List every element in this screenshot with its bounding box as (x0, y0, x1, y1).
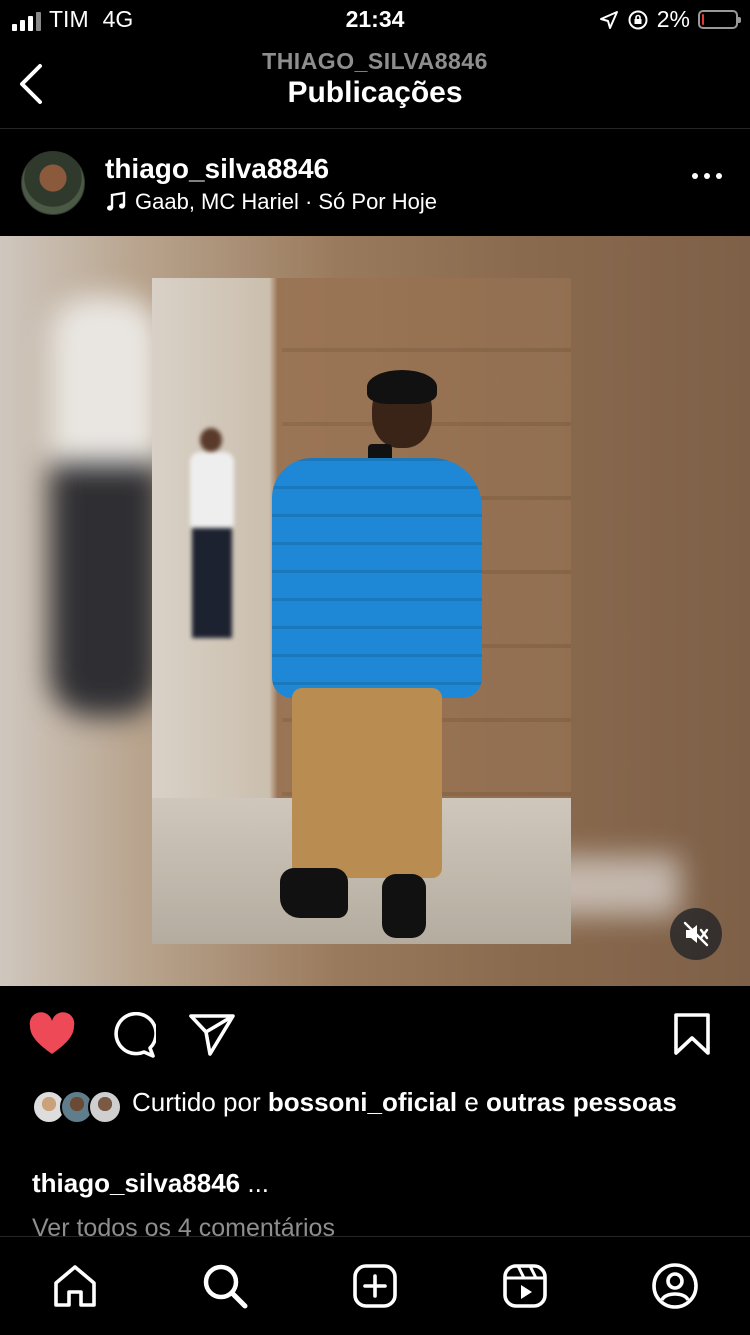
profile-icon[interactable] (650, 1261, 700, 1311)
post-username[interactable]: thiago_silva8846 (105, 153, 329, 185)
header-subtitle: THIAGO_SILVA8846 (262, 48, 488, 74)
post-image[interactable] (0, 236, 750, 986)
home-icon[interactable] (50, 1261, 100, 1311)
likes-prefix: Curtido por (132, 1087, 268, 1117)
caption-username[interactable]: thiago_silva8846 (32, 1168, 240, 1198)
caption-more: ... (240, 1168, 270, 1198)
search-icon[interactable] (200, 1261, 250, 1311)
main-person (232, 370, 492, 938)
bookmark-icon[interactable] (672, 1012, 712, 1056)
volume-off-icon (683, 921, 709, 947)
music-note-icon (107, 191, 126, 211)
more-horizontal-icon[interactable] (692, 173, 722, 179)
plus-square-icon[interactable] (350, 1261, 400, 1311)
page-title: Publicações (287, 76, 463, 109)
music-link[interactable]: Gaab, MC Hariel · Só Por Hoje (105, 189, 437, 215)
status-right: 2% (599, 6, 741, 33)
tab-bar (0, 1236, 750, 1335)
avatar (88, 1090, 122, 1124)
caption[interactable]: thiago_silva8846 ... (32, 1168, 269, 1199)
post-actions (0, 986, 750, 1082)
nav-header: THIAGO_SILVA8846 Publicações (0, 40, 750, 129)
post-header: thiago_silva8846 Gaab, MC Hariel · Só Po… (0, 129, 750, 235)
location-icon (599, 10, 618, 29)
status-bar: TIM 4G 21:34 2% (0, 0, 750, 40)
comment-icon[interactable] (108, 1012, 156, 1058)
likes-connector: e (457, 1087, 487, 1117)
likes-others[interactable]: outras pessoas (486, 1087, 677, 1117)
photo-frame (152, 278, 571, 944)
mute-button[interactable] (670, 908, 722, 960)
liker-username[interactable]: bossoni_oficial (268, 1087, 457, 1117)
avatar[interactable] (21, 151, 85, 215)
reels-icon[interactable] (500, 1261, 550, 1311)
likes-text: Curtido por bossoni_oficial e outras pes… (132, 1086, 692, 1119)
battery-icon (698, 10, 741, 29)
battery-percent: 2% (656, 6, 690, 32)
view-comments-link[interactable]: Ver todos os 4 comentários (32, 1214, 335, 1236)
liker-avatars (32, 1090, 122, 1124)
heart-filled-icon[interactable] (28, 1012, 76, 1056)
background-figure (50, 296, 160, 716)
music-label: Gaab, MC Hariel · Só Por Hoje (135, 189, 437, 214)
rotation-lock-icon (628, 10, 648, 29)
send-icon[interactable] (188, 1012, 236, 1058)
